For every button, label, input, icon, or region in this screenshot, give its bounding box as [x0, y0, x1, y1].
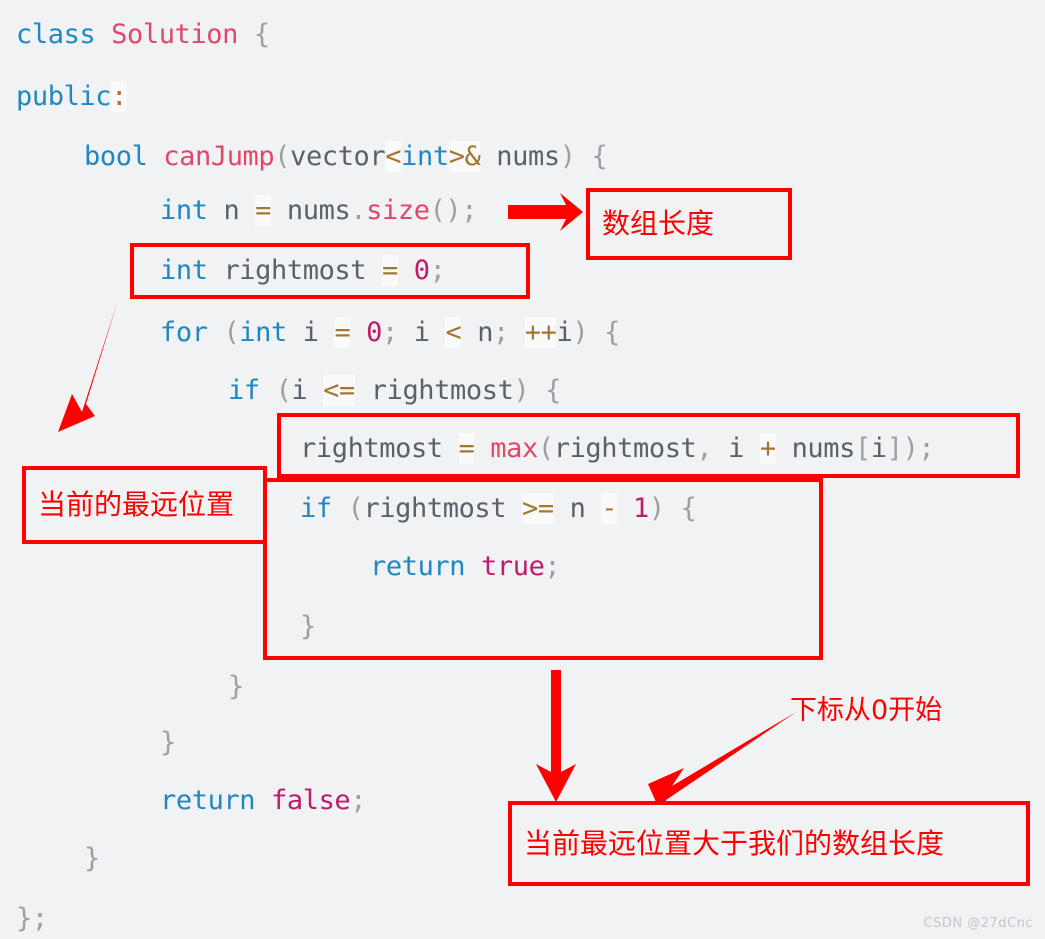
code-line: for (int i = 0; i < n; ++i) { [160, 317, 620, 348]
highlight-box-rightmost-max [277, 413, 1020, 478]
code-line: return false; [160, 785, 367, 816]
highlight-box-rightmost-init [130, 243, 530, 299]
annotation-label-index-from-zero: 下标从0开始 [790, 695, 943, 726]
code-line: public: [16, 81, 127, 112]
annotation-box-array-length: 数组长度 [586, 188, 792, 260]
code-line: int n = nums.size(); [160, 195, 478, 226]
code-line: } [160, 727, 176, 758]
code-line: } [228, 671, 244, 702]
annotation-box-farthest-ge-len: 当前最远位置大于我们的数组长度 [508, 801, 1030, 886]
annotation-label-farthest-ge-len: 当前最远位置大于我们的数组长度 [524, 826, 945, 860]
annotation-box-current-farthest: 当前的最远位置 [22, 466, 267, 544]
code-line: }; [16, 903, 48, 934]
code-line: } [84, 843, 100, 874]
screenshot-root: class Solution { public: bool canJump(ve… [0, 0, 1045, 939]
csdn-watermark: CSDN @27dCnc [923, 916, 1033, 931]
code-line: if (i <= rightmost) { [228, 375, 562, 406]
code-line: bool canJump(vector<int>& nums) { [84, 141, 608, 172]
annotation-label-array-length: 数组长度 [602, 207, 715, 240]
highlight-box-inner-if [263, 478, 823, 660]
code-line: class Solution { [16, 19, 270, 50]
annotation-label-current-farthest: 当前的最远位置 [38, 488, 235, 521]
